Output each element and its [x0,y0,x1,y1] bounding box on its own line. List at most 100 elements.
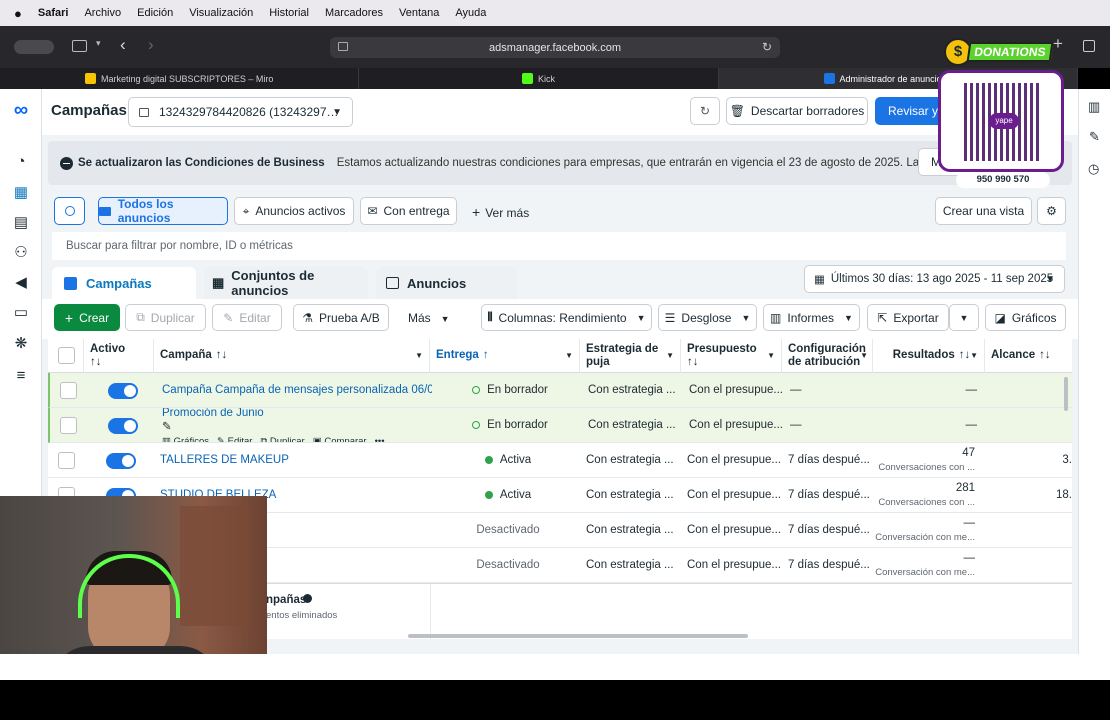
menu-icon[interactable]: ≡ [10,365,32,387]
header-label: Resultados [892,349,955,362]
chart-icon[interactable]: ▥ [1088,99,1100,115]
menu-archivo[interactable]: Archivo [84,7,121,19]
sidebar-toggle-icon[interactable] [72,40,87,52]
megaphone-icon[interactable]: ◀ [10,272,32,294]
table-row[interactable]: Campaña Campaña de mensajes personalizad… [48,373,1072,408]
menu-safari[interactable]: Safari [38,7,69,19]
row-active-toggle[interactable] [108,418,138,434]
export-button[interactable]: ⇱ Exportar [867,304,949,331]
menu-historial[interactable]: Historial [269,7,309,19]
header-campaign[interactable]: Campaña ↑↓ ▼ [154,339,430,373]
window-controls[interactable] [14,40,54,54]
duplicate-label: Duplicar [150,310,195,325]
pencil-icon[interactable]: ✎ [1089,129,1100,145]
dashboard-icon[interactable]: ◔ [10,151,32,173]
reach-cell [987,373,1072,407]
campaign-name-link[interactable]: Promoción de Junio [162,408,432,419]
tab-miro[interactable]: Marketing digital SUBSCRIPTORES – Miro [0,68,360,89]
more-button[interactable]: Más ▼ [408,311,450,325]
yape-label: yape [995,116,1013,125]
breakdown-button[interactable]: ☰ Desglose ▼ [658,304,757,331]
export-menu-button[interactable]: ▼ [949,304,979,331]
menu-edicion[interactable]: Edición [137,7,173,19]
row-checkbox[interactable] [58,452,75,469]
header-results[interactable]: Resultados ↑↓ ▼ [873,339,985,373]
history-icon[interactable]: ◷ [1088,161,1099,177]
create-button[interactable]: + Crear [54,304,120,331]
header-active[interactable]: Activo ↑↓ [84,339,154,373]
results-type: Conversaciones con ... [878,462,975,473]
menu-marcadores[interactable]: Marcadores [325,7,383,19]
charts-button[interactable]: ◪ Gráficos [985,304,1066,331]
duplicate-button[interactable]: ⧉ Duplicar [125,304,206,331]
row-duplicate-link[interactable]: ⧉ Duplicar [260,436,304,442]
campaign-name-link[interactable]: TALLERES DE MAKEUP [160,454,430,466]
row-edit-link[interactable]: ✎ Editar [217,436,252,442]
forward-icon[interactable]: › [148,35,154,55]
horizontal-scrollbar[interactable] [408,634,748,638]
tab-kick[interactable]: Kick [359,68,719,89]
row-active-toggle[interactable] [108,383,138,399]
filter-with-delivery[interactable]: ✉ Con entrega [360,197,457,225]
caret-down-icon: ▼ [741,312,751,323]
row-checkbox[interactable] [60,417,77,434]
refresh-button[interactable]: ↻ [690,97,720,125]
ad-icon [386,277,399,289]
create-view-button[interactable]: Crear una vista [935,197,1032,225]
address-bar[interactable]: adsmanager.facebook.com ↻ [330,37,780,58]
see-more-button[interactable]: + Ver más [472,204,529,220]
row-charts-link[interactable]: ▥ Gráficos [162,436,209,442]
budget-cell: Con el presupue... [687,524,781,536]
pages-icon[interactable]: ▤ [10,212,32,234]
campaign-name-link[interactable]: Campaña Campaña de mensajes personalizad… [162,384,432,396]
tab-ads[interactable]: Anuncios [376,267,518,299]
header-attribution[interactable]: Configuración de atribución ▼ [782,339,873,373]
menu-ventana[interactable]: Ventana [399,7,439,19]
settings-button[interactable]: ⚙ [1037,197,1066,225]
tab-overview-icon[interactable] [1083,40,1095,52]
tab-adsets[interactable]: ▦ Conjuntos de anuncios [204,267,368,299]
header-delivery[interactable]: Entrega ↑ ▼ [430,339,580,373]
chevron-down-icon[interactable]: ▾ [96,38,101,49]
vertical-scrollbar[interactable] [1064,377,1068,411]
status-dot-icon [484,491,493,499]
filter-all-ads[interactable]: Todos los anuncios [98,197,228,225]
rename-pencil-icon[interactable]: ✎ [162,419,432,433]
apple-icon[interactable]: ● [14,6,22,21]
select-all-checkbox[interactable] [58,347,75,364]
row-compare-link[interactable]: ▣ Comparar [313,436,367,442]
back-icon[interactable]: ‹ [120,35,126,55]
trash-icon: 🗑 [729,104,745,118]
audiences-icon[interactable]: ⚇ [10,242,32,264]
more-dots-icon[interactable]: ••• [375,436,385,442]
row-checkbox[interactable] [60,382,77,399]
table-row[interactable]: TALLERES DE MAKEUP Activa Con estrategia .… [48,443,1072,478]
table-row[interactable]: Promoción de Junio ✎ ▥ Gráficos ✎ Editar ⧉ … [48,408,1072,443]
account-selector[interactable]: 1324329784420826 (13243297… ▼ [128,97,353,127]
reach-cell [985,548,1072,582]
tab-campaigns[interactable]: Campañas [52,267,196,299]
menu-visualizacion[interactable]: Visualización [189,7,253,19]
columns-button[interactable]: ⫴ Columnas: Rendimiento ▼ [481,304,652,331]
menu-ayuda[interactable]: Ayuda [455,7,486,19]
meta-logo-icon[interactable]: ∞ [10,99,32,121]
header-reach[interactable]: Alcance ↑↓ [985,339,1072,373]
budget-cell: Con el presupue... [689,384,783,396]
table-icon[interactable]: ▦ [10,182,32,204]
reload-icon[interactable]: ↻ [762,40,772,54]
donations-banner: DONATIONS [966,42,1054,62]
edit-button[interactable]: ✎ Editar [212,304,282,331]
discard-drafts-button[interactable]: 🗑 Descartar borradores [726,97,868,125]
header-bid-strategy[interactable]: Estrategia de puja ▼ [580,339,681,373]
search-button[interactable] [54,197,85,225]
date-range-picker[interactable]: ▦ Últimos 30 días: 13 ago 2025 - 11 sep … [804,265,1065,293]
header-budget[interactable]: Presupuesto ↑↓ ▼ [681,339,782,373]
billing-icon[interactable]: ▭ [10,302,32,324]
search-input[interactable]: Buscar para filtrar por nombre, ID o mét… [52,232,1066,260]
ab-test-button[interactable]: ⚗ Prueba A/B [293,304,389,331]
row-active-toggle[interactable] [106,453,136,469]
business-icon[interactable]: ❋ [10,333,32,355]
edit-icon: ✎ [217,436,228,442]
reports-button[interactable]: ▥ Informes ▼ [763,304,860,331]
filter-active-ads[interactable]: ⌖ Anuncios activos [234,197,354,225]
